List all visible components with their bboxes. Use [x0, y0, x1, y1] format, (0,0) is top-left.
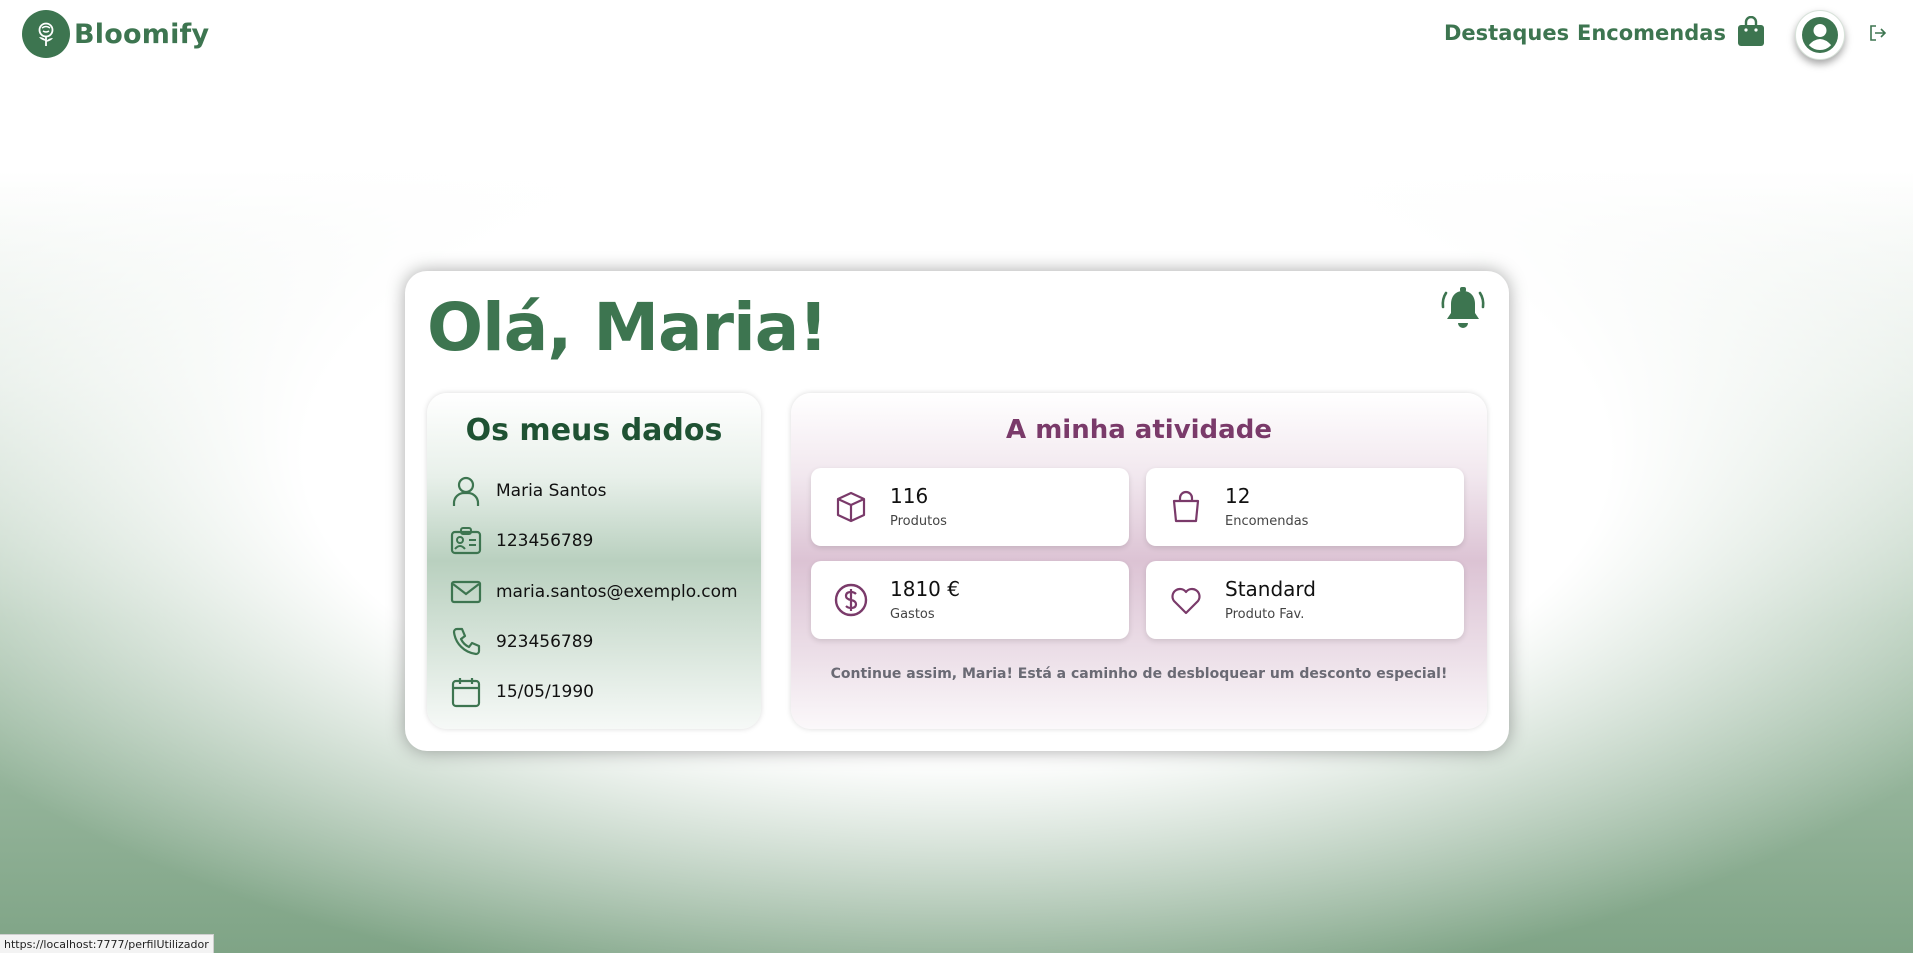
page-title: Olá, Maria! [427, 289, 828, 366]
top-navbar: Bloomify Destaques Encomendas [0, 0, 1913, 70]
stat-value: 1810 € [890, 577, 960, 601]
user-id-number: 123456789 [496, 531, 594, 551]
profile-button[interactable] [1795, 10, 1845, 60]
phone-icon [449, 625, 483, 659]
box-icon [833, 489, 869, 525]
id-card-icon [449, 524, 483, 558]
user-email: maria.santos@exemplo.com [496, 582, 738, 602]
stat-label: Produtos [890, 514, 947, 529]
my-activity-panel: A minha atividade 116 Produtos 12 Encome… [791, 393, 1487, 729]
mail-icon [449, 575, 483, 609]
stat-card-products: 116 Produtos [811, 468, 1129, 546]
stat-card-orders: 12 Encomendas [1146, 468, 1464, 546]
data-row-email: maria.santos@exemplo.com [449, 574, 738, 610]
stat-card-favorite: Standard Produto Fav. [1146, 561, 1464, 639]
nav-destaques-link[interactable]: Destaques [1444, 21, 1569, 45]
stat-value: Standard [1225, 577, 1316, 601]
user-circle-icon [1802, 17, 1838, 53]
data-row-id: 123456789 [449, 523, 593, 559]
stat-label: Gastos [890, 607, 935, 622]
brand-logo[interactable]: Bloomify [22, 10, 209, 58]
user-icon [449, 474, 483, 508]
rose-icon [22, 10, 70, 58]
bell-icon[interactable] [1440, 285, 1486, 333]
stat-label: Produto Fav. [1225, 607, 1305, 622]
data-row-phone: 923456789 [449, 624, 593, 660]
encouragement-message: Continue assim, Maria! Está a caminho de… [830, 666, 1448, 682]
logout-icon[interactable] [1869, 24, 1887, 42]
bag-icon [1168, 489, 1204, 525]
user-birthdate: 15/05/1990 [496, 682, 594, 702]
stat-card-spent: 1810 € Gastos [811, 561, 1129, 639]
profile-card: Olá, Maria! Os meus dados Maria Santos 1… [405, 271, 1509, 751]
nav-encomendas-link[interactable]: Encomendas [1577, 21, 1726, 45]
status-bar-url: https://localhost:7777/perfilUtilizador [0, 934, 214, 953]
stat-value: 12 [1225, 484, 1251, 508]
shopping-bag-icon[interactable] [1736, 15, 1766, 48]
stat-value: 116 [890, 484, 929, 508]
user-full-name: Maria Santos [496, 481, 607, 501]
data-row-name: Maria Santos [449, 473, 607, 509]
user-phone: 923456789 [496, 632, 594, 652]
data-row-birthdate: 15/05/1990 [449, 674, 594, 710]
my-data-panel: Os meus dados Maria Santos 123456789 mar… [427, 393, 761, 729]
stat-label: Encomendas [1225, 514, 1309, 529]
dollar-icon [833, 582, 869, 618]
my-activity-title: A minha atividade [1006, 415, 1272, 445]
heart-icon [1168, 582, 1204, 618]
calendar-icon [449, 675, 483, 709]
brand-name: Bloomify [74, 18, 210, 50]
my-data-title: Os meus dados [465, 413, 723, 448]
